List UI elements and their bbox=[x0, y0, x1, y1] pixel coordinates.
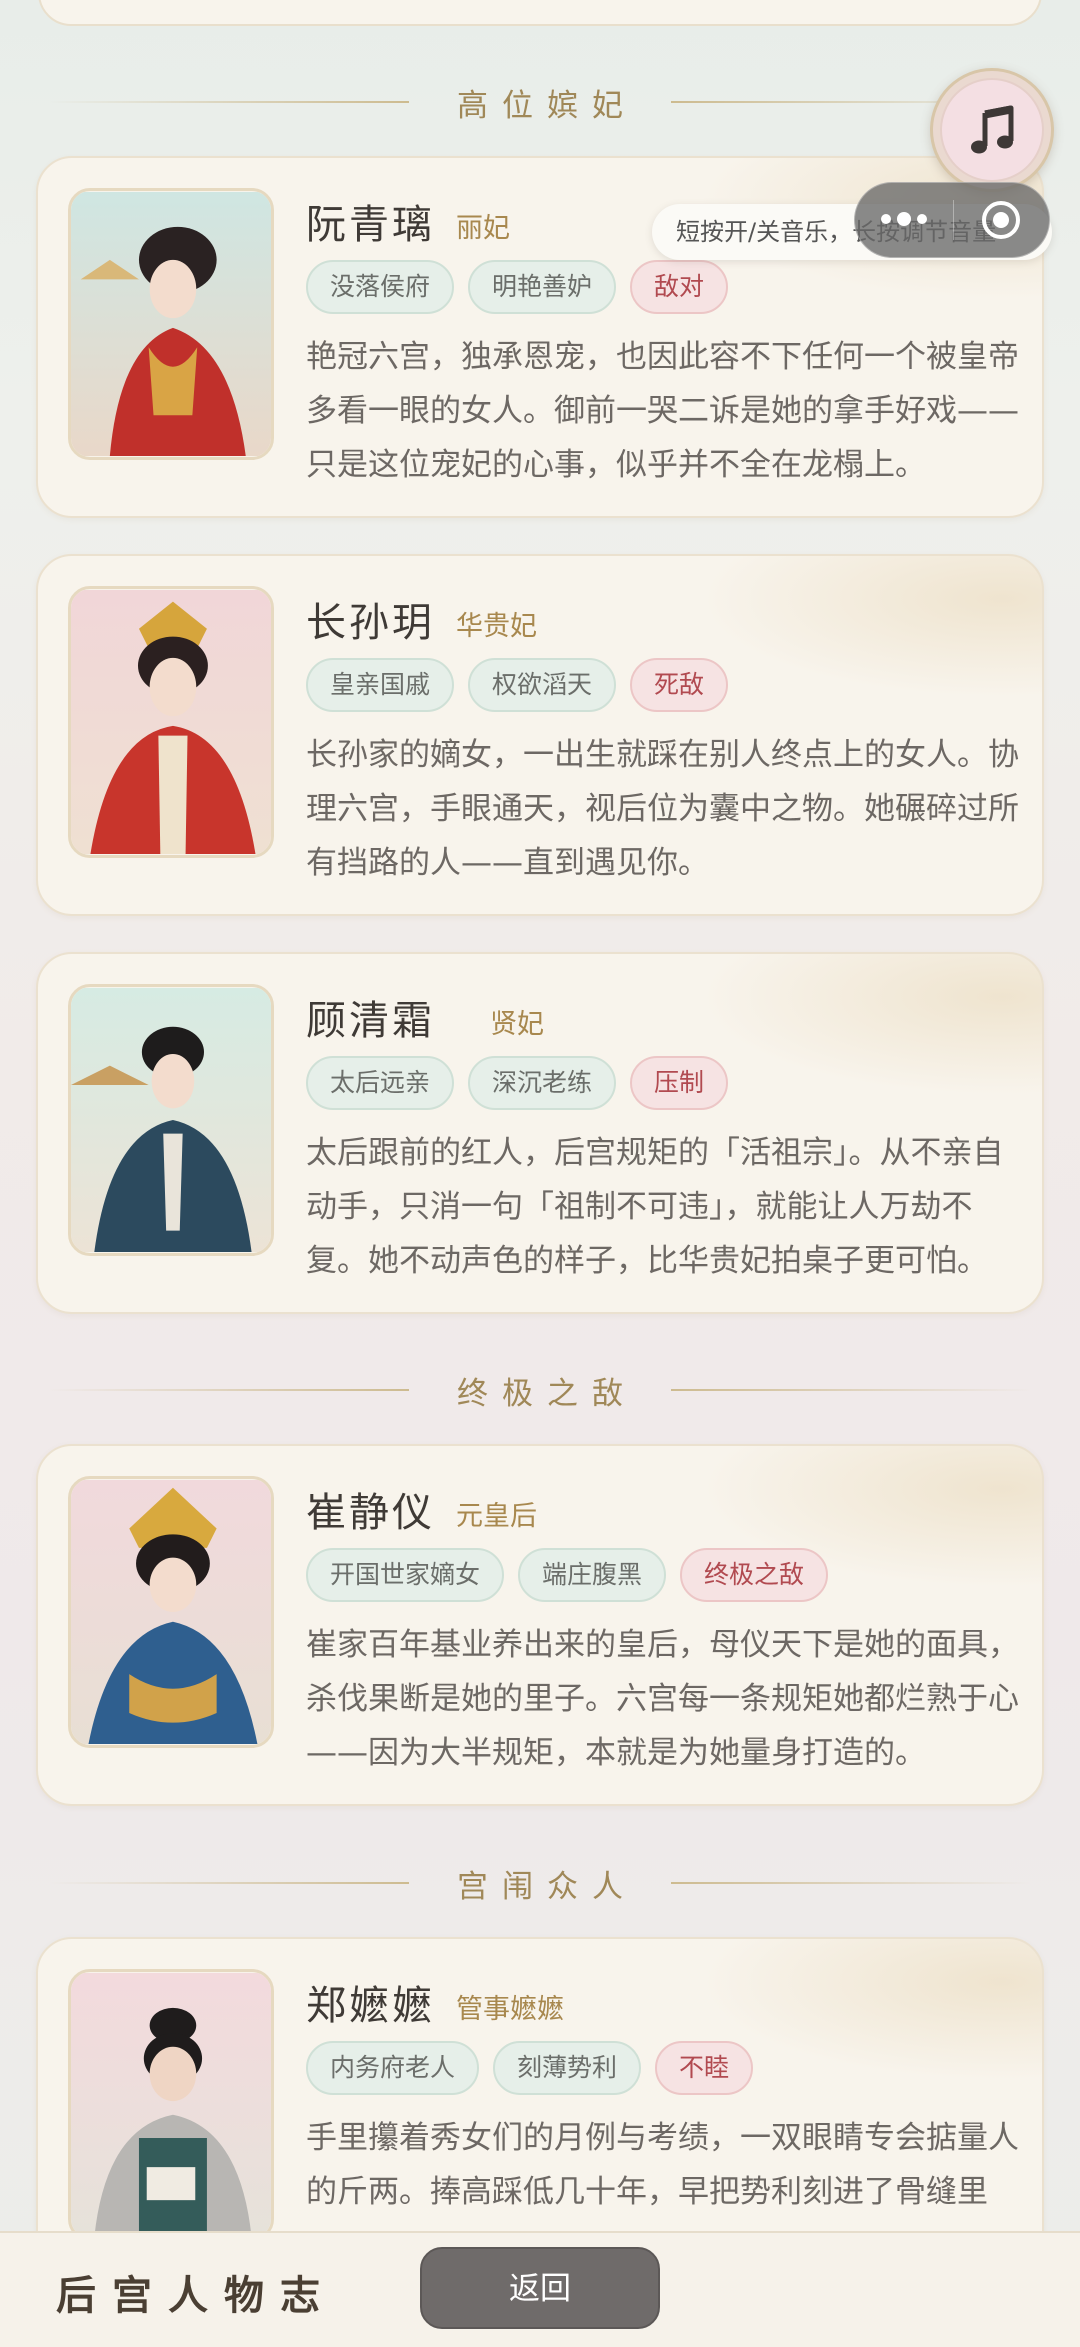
trait-tag: 皇亲国戚 bbox=[306, 658, 455, 712]
trait-tag: 开国世家嫡女 bbox=[306, 1548, 505, 1602]
character-card[interactable]: 崔静仪 元皇后 开国世家嫡女 端庄腹黑 终极之敌 崔家百年基业养出来的皇后，母仪… bbox=[36, 1444, 1044, 1806]
bottom-bar: 后宫人物志 返回 bbox=[0, 2231, 1080, 2347]
character-tags: 没落侯府 明艳善妒 敌对 bbox=[306, 260, 729, 314]
portrait-image bbox=[71, 1479, 271, 1745]
character-portrait bbox=[68, 1969, 274, 2241]
trait-tag: 没落侯府 bbox=[306, 260, 455, 314]
character-name: 崔静仪 bbox=[306, 1490, 435, 1536]
character-name: 郑嬷嬷 bbox=[306, 1983, 435, 2029]
relation-tag: 不睦 bbox=[655, 2041, 754, 2095]
relation-tag: 终极之敌 bbox=[680, 1548, 829, 1602]
character-name: 顾清霜 bbox=[306, 998, 435, 1044]
character-description: 崔家百年基业养出来的皇后，母仪天下是她的面具，杀伐果断是她的里子。六宫每一条规矩… bbox=[306, 1627, 1019, 1771]
character-card[interactable]: 顾清霜 贤妃 太后远亲 深沉老练 压制 太后跟前的红人，后宫规矩的「活祖宗」。从… bbox=[36, 952, 1044, 1314]
character-card[interactable]: 长孙玥 华贵妃 皇亲国戚 权欲滔天 死敌 长孙家的嫡女，一出生就踩在别人终点上的… bbox=[36, 554, 1044, 916]
character-portrait bbox=[68, 188, 274, 460]
character-name: 阮青璃 bbox=[306, 202, 435, 248]
trait-tag: 端庄腹黑 bbox=[518, 1548, 667, 1602]
character-tags: 内务府老人 刻薄势利 不睦 bbox=[306, 2041, 754, 2095]
character-rank: 贤妃 bbox=[490, 1009, 544, 1040]
section-title: 宫闱众人 bbox=[457, 1868, 637, 1905]
trait-tag: 权欲滔天 bbox=[468, 658, 617, 712]
portrait-image bbox=[71, 1972, 271, 2238]
character-description: 太后跟前的红人，后宫规矩的「活祖宗」。从不亲自动手，只消一句「祖制不可违」，就能… bbox=[306, 1135, 1004, 1279]
page-title: 后宫人物志 bbox=[56, 2273, 336, 2319]
character-name: 长孙玥 bbox=[306, 600, 435, 646]
character-rank: 丽妃 bbox=[456, 213, 510, 244]
character-description: 艳冠六宫，独承恩宠，也因此容不下任何一个被皇帝多看一眼的女人。御前一哭二诉是她的… bbox=[306, 339, 1019, 483]
trait-tag: 刻薄势利 bbox=[493, 2041, 642, 2095]
relation-tag: 敌对 bbox=[630, 260, 729, 314]
character-portrait bbox=[68, 586, 274, 858]
character-tags: 皇亲国戚 权欲滔天 死敌 bbox=[306, 658, 729, 712]
music-note-icon bbox=[971, 105, 1014, 154]
character-description: 手里攥着秀女们的月例与考绩，一双眼睛专会掂量人的斤两。捧高踩低几十年，早把势利刻… bbox=[306, 2120, 1019, 2210]
character-rank: 管事嬷嬷 bbox=[456, 1994, 564, 2025]
character-rank: 元皇后 bbox=[456, 1501, 537, 1532]
section-divider-ultimate: 终极之敌 bbox=[0, 1360, 1080, 1420]
trait-tag: 太后远亲 bbox=[306, 1056, 455, 1110]
back-button[interactable]: 返回 bbox=[420, 2247, 660, 2329]
trait-tag: 明艳善妒 bbox=[468, 260, 617, 314]
character-portrait bbox=[68, 1476, 274, 1748]
relation-tag: 死敌 bbox=[630, 658, 729, 712]
section-title: 终极之敌 bbox=[457, 1375, 637, 1412]
portrait-image bbox=[71, 191, 271, 457]
section-divider-palace: 宫闱众人 bbox=[0, 1853, 1080, 1913]
character-portrait bbox=[68, 984, 274, 1256]
more-menu-icon[interactable] bbox=[855, 212, 953, 226]
trait-tag: 深沉老练 bbox=[468, 1056, 617, 1110]
portrait-image bbox=[71, 987, 271, 1253]
trait-tag: 内务府老人 bbox=[306, 2041, 480, 2095]
section-divider-high: 高位嫔妃 bbox=[0, 72, 1080, 132]
character-tags: 太后远亲 深沉老练 压制 bbox=[306, 1056, 729, 1110]
portrait-image bbox=[71, 589, 271, 855]
previous-character-card bbox=[38, 0, 1042, 26]
music-toggle-button[interactable] bbox=[930, 68, 1054, 192]
relation-tag: 压制 bbox=[630, 1056, 729, 1110]
character-description: 长孙家的嫡女，一出生就踩在别人终点上的女人。协理六宫，手眼通天，视后位为囊中之物… bbox=[306, 737, 1019, 881]
character-tags: 开国世家嫡女 端庄腹黑 终极之敌 bbox=[306, 1548, 829, 1602]
close-miniprogram-icon[interactable] bbox=[954, 201, 1050, 239]
section-title: 高位嫔妃 bbox=[457, 87, 637, 124]
miniprogram-capsule bbox=[854, 182, 1050, 258]
character-rank: 华贵妃 bbox=[456, 611, 537, 642]
